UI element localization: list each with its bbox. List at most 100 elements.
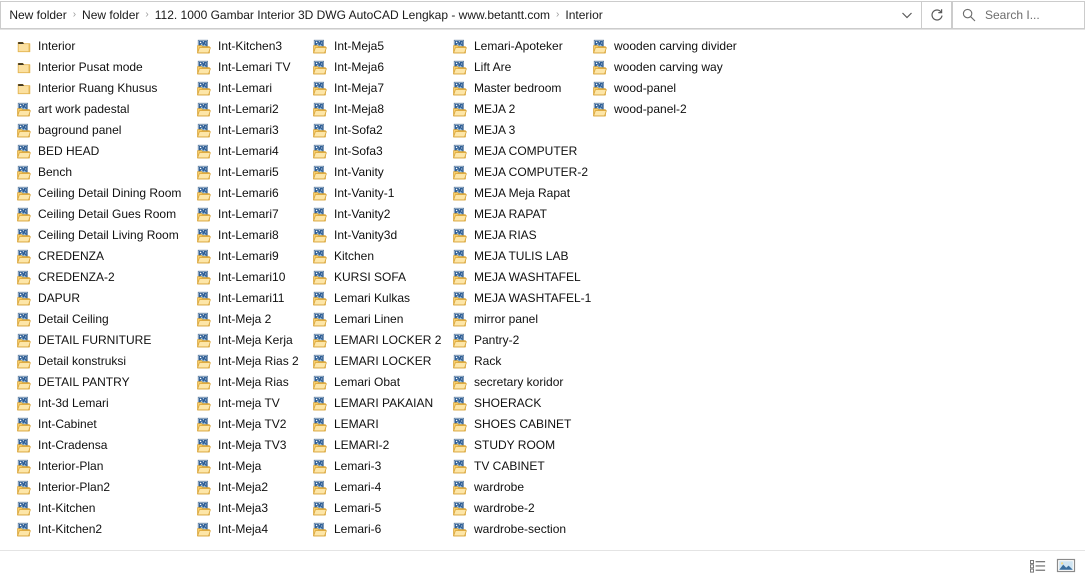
file-list-item[interactable]: Rack — [452, 351, 595, 372]
file-list-item[interactable]: Kitchen — [312, 246, 445, 267]
file-list-item[interactable]: Lemari-6 — [312, 519, 445, 540]
file-list-item[interactable]: Int-Sofa3 — [312, 141, 445, 162]
file-list-item[interactable]: Bench — [16, 162, 185, 183]
file-list-item[interactable]: MEJA TULIS LAB — [452, 246, 595, 267]
large-icons-view-button[interactable] — [1053, 555, 1079, 577]
file-list-item[interactable]: Int-Lemari — [196, 78, 303, 99]
file-list-item[interactable]: Int-Lemari10 — [196, 267, 303, 288]
file-list-item[interactable]: Lemari-5 — [312, 498, 445, 519]
file-list-item[interactable]: art work padestal — [16, 99, 185, 120]
file-list-item[interactable]: MEJA Meja Rapat — [452, 183, 595, 204]
file-list-item[interactable]: Int-Lemari4 — [196, 141, 303, 162]
file-list-item[interactable]: Int-Meja TV3 — [196, 435, 303, 456]
file-list-item[interactable]: Int-Meja 2 — [196, 309, 303, 330]
file-list-item[interactable]: Int-Vanity-1 — [312, 183, 445, 204]
file-list-item[interactable]: Int-Vanity3d — [312, 225, 445, 246]
file-list-item[interactable]: Int-Vanity — [312, 162, 445, 183]
file-list-item[interactable]: LEMARI — [312, 414, 445, 435]
file-list-item[interactable]: Int-Meja TV2 — [196, 414, 303, 435]
file-list-item[interactable]: Int-Meja6 — [312, 57, 445, 78]
file-list[interactable]: Interior Interior Pusat mode Interior Ruan… — [0, 31, 1085, 550]
file-list-item[interactable]: Int-Sofa2 — [312, 120, 445, 141]
file-list-item[interactable]: Int-Lemari11 — [196, 288, 303, 309]
file-list-item[interactable]: Interior — [16, 36, 185, 57]
file-list-item[interactable]: Detail konstruksi — [16, 351, 185, 372]
file-list-item[interactable]: Int-Meja Rias 2 — [196, 351, 303, 372]
file-list-item[interactable]: Interior-Plan — [16, 456, 185, 477]
file-list-item[interactable]: Int-Cabinet — [16, 414, 185, 435]
file-list-item[interactable]: wood-panel — [592, 78, 741, 99]
file-list-item[interactable]: wood-panel-2 — [592, 99, 741, 120]
file-list-item[interactable]: Int-Meja7 — [312, 78, 445, 99]
file-list-item[interactable]: Ceiling Detail Dining Room — [16, 183, 185, 204]
file-list-item[interactable]: Lemari-4 — [312, 477, 445, 498]
file-list-item[interactable]: TV CABINET — [452, 456, 595, 477]
breadcrumb-item-1[interactable]: New folder — [77, 6, 144, 24]
file-list-item[interactable]: Int-Lemari9 — [196, 246, 303, 267]
file-list-item[interactable]: MEJA WASHTAFEL — [452, 267, 595, 288]
file-list-item[interactable]: Int-Meja3 — [196, 498, 303, 519]
file-list-item[interactable]: Int-Lemari6 — [196, 183, 303, 204]
file-list-item[interactable]: Int-Vanity2 — [312, 204, 445, 225]
file-list-item[interactable]: CREDENZA — [16, 246, 185, 267]
file-list-item[interactable]: secretary koridor — [452, 372, 595, 393]
file-list-item[interactable]: DETAIL FURNITURE — [16, 330, 185, 351]
file-list-item[interactable]: wooden carving way — [592, 57, 741, 78]
breadcrumb-item-3[interactable]: Interior — [560, 6, 607, 24]
address-path-field[interactable]: ›New folder›New folder›112. 1000 Gambar … — [0, 1, 892, 29]
file-list-item[interactable]: Int-Lemari5 — [196, 162, 303, 183]
details-view-button[interactable] — [1025, 555, 1051, 577]
file-list-item[interactable]: KURSI SOFA — [312, 267, 445, 288]
search-box[interactable]: Search I... — [952, 1, 1085, 29]
file-list-item[interactable]: Lemari Kulkas — [312, 288, 445, 309]
breadcrumb-item-0[interactable]: New folder — [4, 6, 71, 24]
file-list-item[interactable]: Lemari Linen — [312, 309, 445, 330]
file-list-item[interactable]: mirror panel — [452, 309, 595, 330]
file-list-item[interactable]: Lemari-3 — [312, 456, 445, 477]
file-list-item[interactable]: Int-3d Lemari — [16, 393, 185, 414]
file-list-item[interactable]: Int-Lemari2 — [196, 99, 303, 120]
file-list-item[interactable]: DETAIL PANTRY — [16, 372, 185, 393]
file-list-item[interactable]: STUDY ROOM — [452, 435, 595, 456]
file-list-item[interactable]: Int-Meja2 — [196, 477, 303, 498]
file-list-item[interactable]: Pantry-2 — [452, 330, 595, 351]
file-list-item[interactable]: baground panel — [16, 120, 185, 141]
file-list-item[interactable]: Lemari Obat — [312, 372, 445, 393]
file-list-item[interactable]: LEMARI PAKAIAN — [312, 393, 445, 414]
file-list-item[interactable]: LEMARI LOCKER 2 — [312, 330, 445, 351]
refresh-button[interactable] — [922, 1, 952, 29]
search-input[interactable]: Search I... — [977, 8, 1040, 22]
file-list-item[interactable]: MEJA RAPAT — [452, 204, 595, 225]
file-list-item[interactable]: Int-Meja Kerja — [196, 330, 303, 351]
file-list-item[interactable]: Int-Meja — [196, 456, 303, 477]
file-list-item[interactable]: Int-Kitchen3 — [196, 36, 303, 57]
file-list-item[interactable]: Int-Lemari TV — [196, 57, 303, 78]
file-list-item[interactable]: MEJA RIAS — [452, 225, 595, 246]
file-list-item[interactable]: Int-Lemari8 — [196, 225, 303, 246]
file-list-item[interactable]: wardrobe-2 — [452, 498, 595, 519]
file-list-item[interactable]: wardrobe — [452, 477, 595, 498]
file-list-item[interactable]: Interior Pusat mode — [16, 57, 185, 78]
file-list-item[interactable]: LEMARI-2 — [312, 435, 445, 456]
file-list-item[interactable]: Interior-Plan2 — [16, 477, 185, 498]
file-list-item[interactable]: wardrobe-section — [452, 519, 595, 540]
file-list-item[interactable]: Int-Lemari7 — [196, 204, 303, 225]
file-list-item[interactable]: Int-Meja Rias — [196, 372, 303, 393]
file-list-item[interactable]: Ceiling Detail Gues Room — [16, 204, 185, 225]
file-list-item[interactable]: Int-Meja4 — [196, 519, 303, 540]
history-dropdown-button[interactable] — [892, 1, 922, 29]
file-list-item[interactable]: SHOES CABINET — [452, 414, 595, 435]
file-list-item[interactable]: Int-meja TV — [196, 393, 303, 414]
file-list-item[interactable]: wooden carving divider — [592, 36, 741, 57]
file-list-item[interactable]: MEJA 3 — [452, 120, 595, 141]
file-list-item[interactable]: MEJA COMPUTER-2 — [452, 162, 595, 183]
file-list-item[interactable]: Master bedroom — [452, 78, 595, 99]
file-list-item[interactable]: BED HEAD — [16, 141, 185, 162]
file-list-item[interactable]: DAPUR — [16, 288, 185, 309]
file-list-item[interactable]: Ceiling Detail Living Room — [16, 225, 185, 246]
file-list-item[interactable]: Int-Kitchen — [16, 498, 185, 519]
file-list-item[interactable]: Int-Lemari3 — [196, 120, 303, 141]
file-list-item[interactable]: LEMARI LOCKER — [312, 351, 445, 372]
file-list-item[interactable]: MEJA WASHTAFEL-1 — [452, 288, 595, 309]
file-list-item[interactable]: Int-Kitchen2 — [16, 519, 185, 540]
